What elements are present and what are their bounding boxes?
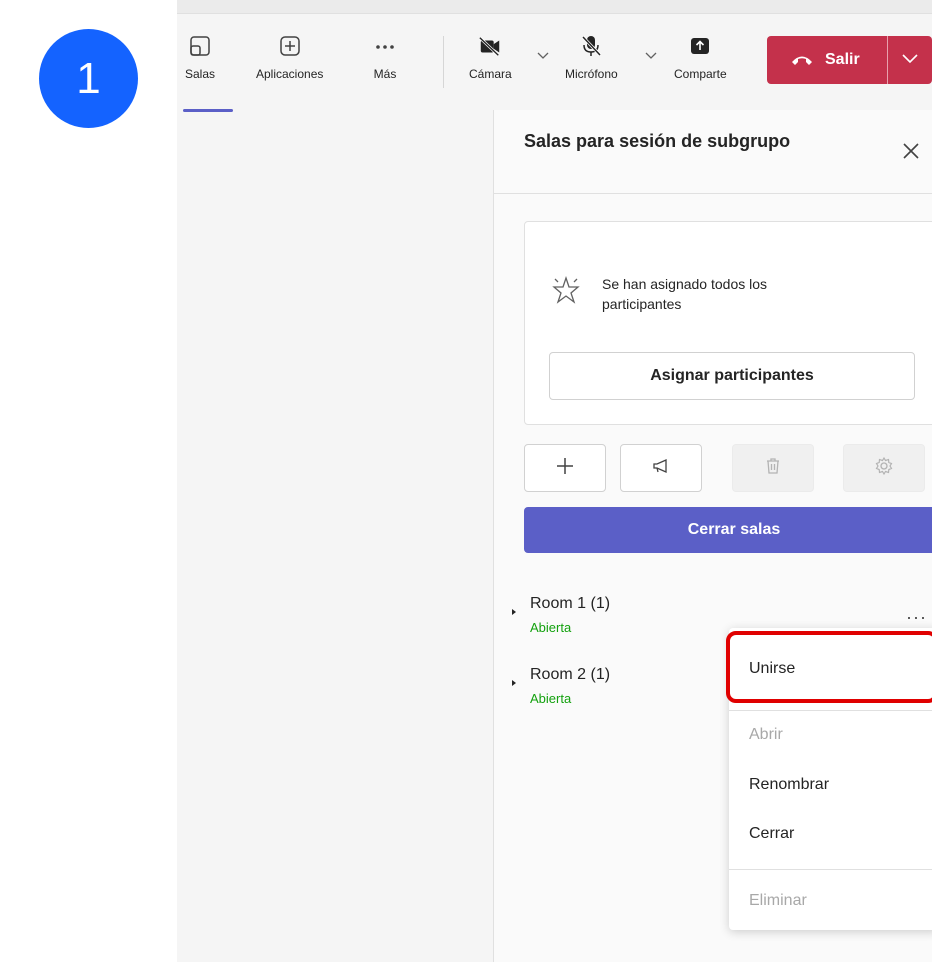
toolbar-label-share: Comparte: [674, 67, 727, 81]
active-tab-indicator: [183, 109, 233, 112]
rooms-icon: [188, 34, 212, 58]
mic-off-icon: [579, 34, 603, 58]
toolbar-label-microphone: Micrófono: [565, 67, 618, 81]
leave-button-group: Salir: [767, 36, 932, 84]
leave-options-button[interactable]: [888, 51, 932, 69]
trash-icon: [763, 456, 783, 481]
room-name: Room 1 (1): [530, 595, 611, 612]
toolbar-button-more[interactable]: Más: [373, 34, 397, 81]
room-more-options-icon[interactable]: ···: [906, 607, 927, 628]
highlight-annotation-box: [726, 631, 932, 703]
panel-header: Salas para sesión de subgrupo: [494, 110, 932, 194]
settings-icon: [874, 456, 894, 481]
menu-item-open[interactable]: Abrir: [749, 726, 783, 744]
camera-off-icon: [478, 34, 502, 58]
toolbar-button-rooms[interactable]: Salas: [185, 34, 215, 81]
leave-label: Salir: [825, 51, 860, 68]
delete-room-button[interactable]: [732, 444, 814, 492]
announce-icon: [651, 456, 671, 481]
expand-caret-icon[interactable]: [512, 609, 516, 615]
assignment-card: Se han asignado todos los participantes …: [524, 221, 932, 425]
room-settings-button[interactable]: [843, 444, 925, 492]
room-status: Abierta: [530, 620, 572, 635]
microphone-options-chevron-icon[interactable]: [645, 51, 657, 63]
window-top-strip: [177, 0, 932, 14]
camera-options-chevron-icon[interactable]: [537, 51, 549, 63]
assign-participants-button[interactable]: Asignar participantes: [549, 352, 915, 400]
menu-divider: [729, 869, 932, 870]
menu-item-delete[interactable]: Eliminar: [749, 892, 807, 910]
toolbar-button-share[interactable]: Comparte: [674, 34, 727, 81]
expand-caret-icon[interactable]: [512, 680, 516, 686]
step-number-badge: 1: [39, 29, 138, 128]
sparkle-icon: [551, 275, 581, 310]
assignment-message: Se han asignado todos los participantes: [602, 276, 768, 312]
toolbar-label-camera: Cámara: [469, 67, 512, 81]
announcement-button[interactable]: [620, 444, 702, 492]
toolbar-button-camera[interactable]: Cámara: [469, 34, 512, 81]
toolbar-button-apps[interactable]: Aplicaciones: [256, 34, 323, 81]
hang-up-icon: [791, 54, 813, 66]
add-room-button[interactable]: [524, 444, 606, 492]
meeting-toolbar: Salas Aplicaciones Más Cámara Micrófono …: [177, 14, 932, 112]
more-icon: [373, 34, 397, 58]
close-icon[interactable]: [902, 140, 920, 166]
chevron-down-icon: [902, 51, 918, 69]
toolbar-divider: [443, 36, 444, 88]
room-status: Abierta: [530, 691, 572, 706]
toolbar-label-more: Más: [373, 67, 397, 81]
toolbar-button-microphone[interactable]: Micrófono: [565, 34, 618, 81]
add-icon: [555, 456, 575, 481]
close-rooms-button[interactable]: Cerrar salas: [524, 507, 932, 553]
leave-button[interactable]: Salir: [767, 36, 887, 84]
menu-divider: [729, 710, 932, 711]
step-number: 1: [76, 53, 101, 103]
panel-title: Salas para sesión de subgrupo: [524, 131, 791, 151]
toolbar-label-rooms: Salas: [185, 67, 216, 81]
room-name: Room 2 (1): [530, 666, 611, 683]
share-icon: [688, 34, 712, 58]
menu-item-close[interactable]: Cerrar: [749, 825, 794, 843]
menu-item-rename[interactable]: Renombrar: [749, 776, 829, 794]
add-app-icon: [278, 34, 302, 58]
toolbar-label-apps: Aplicaciones: [256, 67, 324, 81]
